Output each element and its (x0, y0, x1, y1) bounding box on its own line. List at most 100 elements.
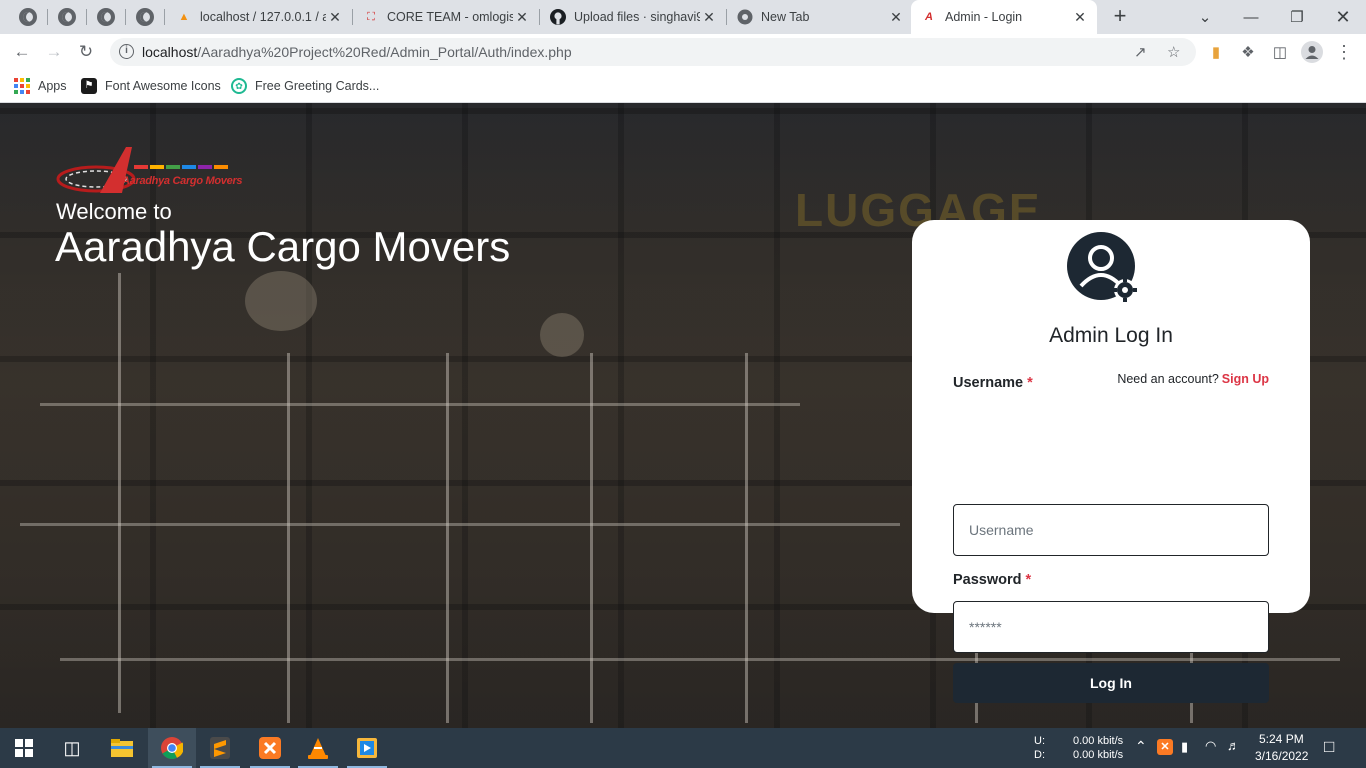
box-strap (745, 353, 748, 723)
pinned-tab-globe-icon[interactable] (19, 8, 37, 26)
url-host: localhost (142, 44, 198, 60)
clock-time[interactable]: 5:24 PM (1259, 732, 1304, 746)
tab-admin-login[interactable]: A Admin - Login ✕ (911, 0, 1097, 34)
close-window-button[interactable]: ✕ (1320, 0, 1366, 34)
box-strap (60, 658, 1340, 661)
chrome-taskbar-icon[interactable] (148, 728, 196, 768)
close-tab-icon[interactable]: ✕ (700, 9, 718, 26)
tab-title: New Tab (761, 10, 810, 24)
restore-button[interactable]: ❐ (1274, 0, 1320, 34)
bookmark-font-awesome[interactable]: ⚑ Font Awesome Icons (81, 76, 221, 96)
tab-title: localhost / 127.0.0.1 / a (200, 10, 326, 24)
site-info-icon[interactable]: i (119, 44, 134, 59)
login-page: LUGGAGE Aaradhya Cargo Movers Welcome to… (0, 103, 1366, 728)
share-icon[interactable]: ↗ (1134, 43, 1147, 61)
required-mark: * (1025, 572, 1032, 588)
tab-separator (47, 9, 48, 25)
background-person (245, 271, 317, 331)
tab-phpmyadmin[interactable]: ▲ localhost / 127.0.0.1 / a ✕ (166, 0, 352, 34)
pinned-tab-globe-icon[interactable] (97, 8, 115, 26)
phpmyadmin-icon: ▲ (178, 11, 190, 23)
wifi-icon[interactable]: ◠ (1205, 738, 1216, 754)
login-card: Admin Log In Username * Need an account? S… (912, 220, 1310, 703)
net-down-speed: 0.00 kbit/s (1073, 749, 1124, 761)
username-input[interactable] (953, 504, 1269, 556)
browser-toolbar: ← → ↻ i localhost/Aaradhya%20Project%20R… (0, 34, 1366, 70)
username-label-text: Username (953, 375, 1024, 391)
background-person (540, 313, 584, 357)
xampp-icon[interactable] (246, 728, 294, 768)
chrome-icon (737, 9, 753, 25)
close-tab-icon[interactable]: ✕ (513, 9, 531, 26)
media-player-icon[interactable] (343, 728, 391, 768)
show-hidden-icons-icon[interactable]: ⌃ (1135, 738, 1147, 755)
bookmark-label: Font Awesome Icons (105, 79, 221, 93)
forward-arrow-icon[interactable]: → (42, 40, 66, 64)
tab-core-team[interactable]: ⛶ CORE TEAM - omlogist ✕ (353, 0, 539, 34)
box-strap (20, 523, 900, 526)
bookmark-greeting-cards[interactable]: ✿ Free Greeting Cards... (231, 76, 379, 96)
file-explorer-icon[interactable] (98, 728, 146, 768)
pinned-tab-globe-icon[interactable] (136, 8, 154, 26)
log-in-button[interactable]: Log In (953, 663, 1269, 703)
bookmark-label: Apps (38, 79, 67, 93)
pinned-tab-globe-icon[interactable] (58, 8, 76, 26)
url-text[interactable]: localhost/Aaradhya%20Project%20Red/Admin… (142, 44, 572, 60)
vlc-icon[interactable] (294, 728, 342, 768)
reload-icon[interactable]: ↻ (74, 40, 98, 64)
password-label: Password * (953, 572, 1031, 588)
sublime-text-icon[interactable] (196, 728, 244, 768)
box-strap (287, 353, 290, 723)
admin-user-gear-icon (1067, 232, 1139, 304)
tab-new-tab[interactable]: New Tab ✕ (727, 0, 913, 34)
company-name-heading: Aaradhya Cargo Movers (55, 223, 511, 270)
password-input[interactable] (953, 601, 1269, 653)
net-up-label: U: (1034, 735, 1045, 747)
bookmark-apps[interactable]: Apps (14, 76, 67, 96)
browser-tabstrip: ▲ localhost / 127.0.0.1 / a ✕ ⛶ CORE TEA… (0, 0, 1366, 34)
minimize-button[interactable]: — (1228, 0, 1274, 34)
clock-date[interactable]: 3/16/2022 (1255, 749, 1308, 763)
tab-separator (86, 9, 87, 25)
close-tab-icon[interactable]: ✕ (326, 9, 344, 26)
tab-title: CORE TEAM - omlogist (387, 10, 513, 24)
welcome-text: Welcome to (56, 199, 172, 224)
side-panel-icon[interactable]: ◫ (1268, 40, 1292, 64)
tab-search-icon[interactable]: ⌄ (1182, 0, 1228, 34)
close-tab-icon[interactable]: ✕ (1071, 9, 1089, 26)
net-up-speed: 0.00 kbit/s (1073, 735, 1124, 747)
xampp-tray-icon[interactable]: ✕ (1157, 739, 1173, 755)
bookmark-star-icon[interactable]: ☆ (1167, 43, 1180, 61)
url-path: /Aaradhya%20Project%20Red/Admin_Portal/A… (197, 44, 572, 60)
chrome-menu-icon[interactable]: ⋮ (1332, 40, 1356, 64)
logo-text: Aaradhya Cargo Movers (122, 175, 243, 187)
extensions-puzzle-icon[interactable]: ❖ (1236, 40, 1260, 64)
password-label-text: Password (953, 572, 1022, 588)
tab-github-upload[interactable]: Upload files · singhavi9 ✕ (540, 0, 726, 34)
notifications-icon[interactable]: □ (1324, 737, 1334, 757)
truck-icon: ⛶ (367, 10, 375, 23)
battery-icon[interactable]: ▮ (1181, 739, 1188, 755)
cargo-logo-icon: A (925, 11, 933, 23)
back-arrow-icon[interactable]: ← (10, 40, 34, 64)
volume-icon[interactable]: ♬ (1227, 738, 1240, 753)
github-icon (550, 9, 566, 25)
sign-up-link[interactable]: Sign Up (1222, 372, 1269, 386)
address-bar[interactable]: i localhost/Aaradhya%20Project%20Red/Adm… (110, 38, 1196, 66)
close-tab-icon[interactable]: ✕ (887, 9, 905, 26)
flag-icon: ⚑ (81, 78, 97, 94)
windows-start-icon[interactable] (0, 728, 48, 768)
new-tab-button[interactable]: + (1108, 5, 1132, 29)
tab-title: Upload files · singhavi9 (574, 10, 700, 24)
greeting-card-icon: ✿ (231, 78, 247, 94)
required-mark: * (1027, 375, 1033, 391)
company-logo: Aaradhya Cargo Movers (56, 145, 243, 199)
profile-avatar-icon[interactable] (1300, 40, 1324, 64)
bookmark-label: Free Greeting Cards... (255, 79, 380, 93)
extension-icon[interactable]: ▮ (1204, 40, 1228, 64)
need-account-label: Need an account? (1117, 372, 1219, 386)
task-view-icon[interactable]: ◫ (48, 728, 96, 768)
tab-separator (164, 9, 165, 25)
apps-grid-icon (14, 78, 30, 94)
box-strap (40, 403, 800, 406)
